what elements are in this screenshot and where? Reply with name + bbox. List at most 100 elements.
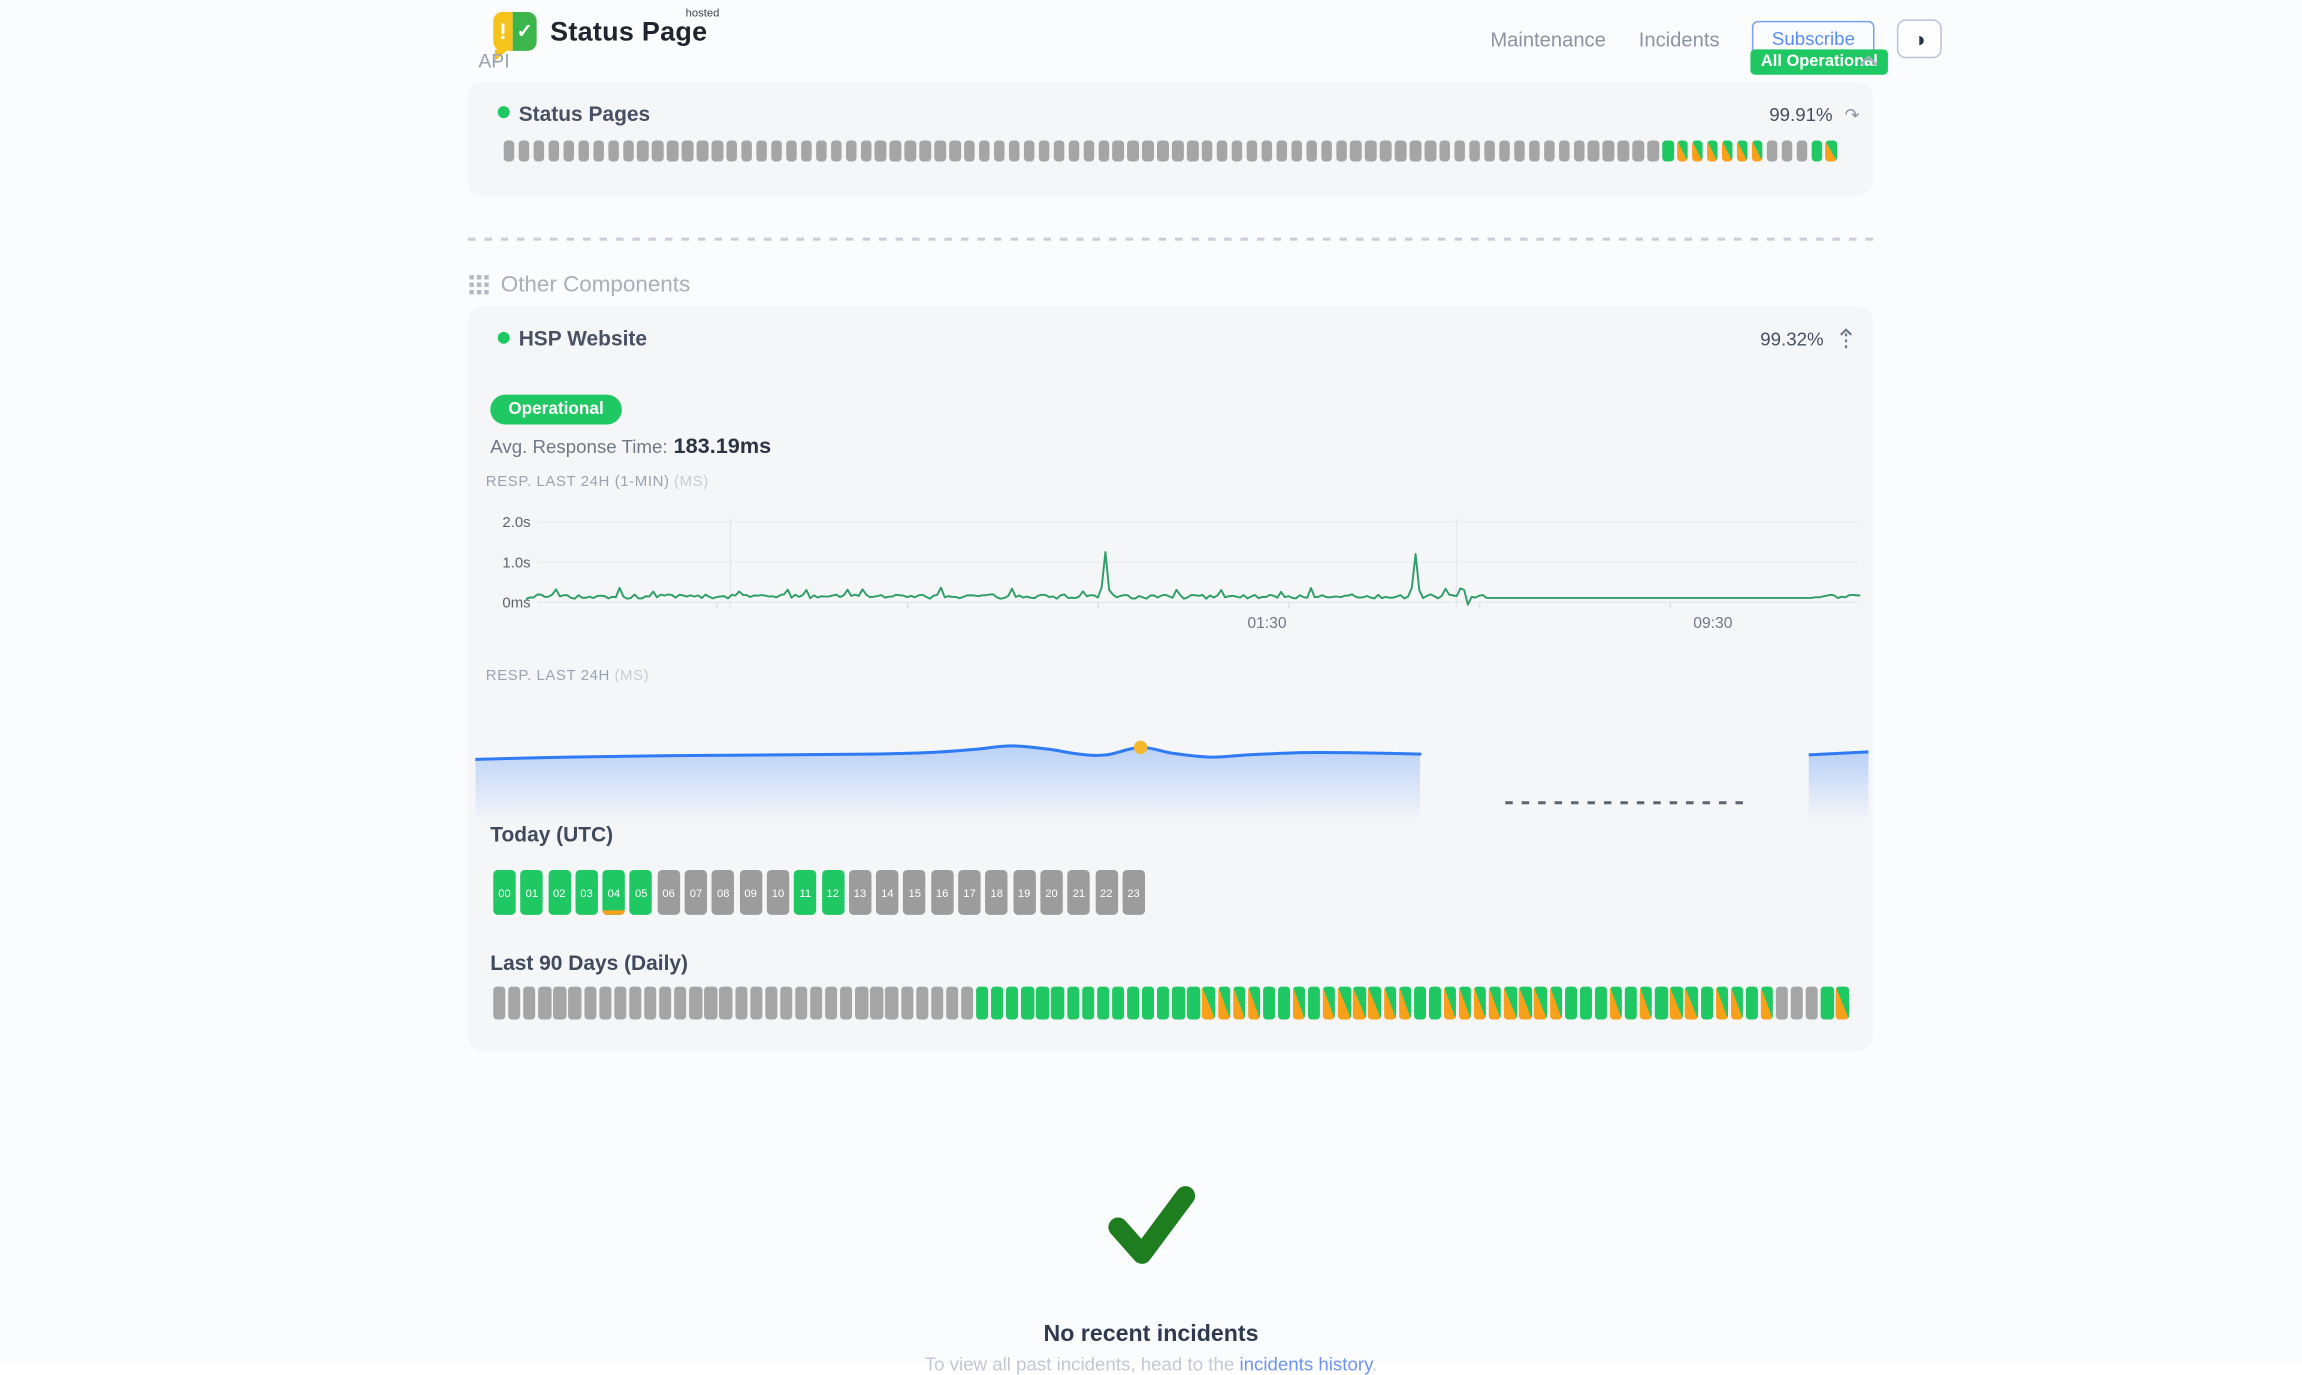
uptime-bar: [1425, 141, 1436, 162]
uptime-bar: [795, 987, 807, 1020]
nav-incidents-link[interactable]: Incidents: [1639, 28, 1720, 50]
uptime-bar: [1746, 987, 1758, 1020]
uptime-bar: [855, 987, 867, 1020]
uptime-bar: [1595, 987, 1607, 1020]
uptime-bar: [1640, 987, 1652, 1020]
uptime-bar: [886, 987, 898, 1020]
uptime-bar: [554, 987, 566, 1020]
uptime-bar: [1021, 987, 1033, 1020]
uptime-bar: [1052, 987, 1064, 1020]
uptime-bar: [1323, 987, 1335, 1020]
section-title-other-components: Other Components: [501, 272, 690, 297]
uptime-bar: [1722, 141, 1733, 162]
subtitle-prefix: To view all past incidents, head to the: [925, 1354, 1240, 1375]
uptime-bar: [1469, 141, 1480, 162]
uptime-bar: [1489, 987, 1501, 1020]
uptime-bar: [1098, 141, 1109, 162]
brand-title: Status Page: [550, 16, 707, 46]
uptime-bar: [1662, 141, 1673, 162]
uptime-percentage: 99.32%: [1760, 329, 1823, 350]
uptime-bar: [1368, 987, 1380, 1020]
hour-cell: 02: [548, 870, 570, 915]
svg-text:2.0s: 2.0s: [502, 514, 530, 531]
response-time-line-chart: 2.0s1.0s0ms01:3009:30: [486, 501, 1861, 645]
uptime-bar: [994, 141, 1005, 162]
uptime-bar: [1082, 987, 1094, 1020]
uptime-bar: [1499, 141, 1510, 162]
uptime-bar: [1677, 141, 1688, 162]
refresh-icon[interactable]: ↷: [1844, 105, 1859, 126]
incidents-subtitle: To view all past incidents, head to the …: [0, 1354, 2302, 1375]
status-dot: [498, 106, 510, 118]
uptime-bar: [1806, 987, 1818, 1020]
uptime-bar: [1504, 987, 1516, 1020]
theme-toggle-button[interactable]: ◑: [1897, 19, 1942, 58]
uptime-bar: [1514, 141, 1525, 162]
chart-title-text: RESP. LAST 24H (1-MIN): [486, 474, 670, 490]
uptime-bar: [689, 987, 701, 1020]
uptime-bar: [652, 141, 663, 162]
last-90-days-title: Last 90 Days (Daily): [490, 951, 688, 975]
uptime-bar: [750, 987, 762, 1020]
nav-maintenance-link[interactable]: Maintenance: [1490, 28, 1606, 50]
uptime-bar: [1246, 141, 1257, 162]
uptime-bar: [756, 141, 767, 162]
expand-arrow-icon[interactable]: [1839, 327, 1854, 349]
uptime-bar: [533, 141, 544, 162]
uptime-bar: [961, 987, 973, 1020]
uptime-bar: [976, 987, 988, 1020]
logo-exclaim: !: [493, 12, 513, 51]
uptime-bar: [935, 141, 946, 162]
uptime-bar: [1484, 141, 1495, 162]
uptime-bar: [1429, 987, 1441, 1020]
uptime-bar: [1692, 141, 1703, 162]
uptime-bar: [1009, 141, 1020, 162]
chart-title-resp-24h: RESP. LAST 24H(MS): [486, 668, 649, 684]
uptime-bar: [1113, 141, 1124, 162]
uptime-bar: [831, 141, 842, 162]
theme-icon: ◑: [1913, 27, 1926, 51]
uptime-bar: [608, 141, 619, 162]
incidents-history-link[interactable]: incidents history: [1239, 1354, 1372, 1375]
uptime-bar: [1610, 987, 1622, 1020]
uptime-bar: [1006, 987, 1018, 1020]
collapse-chevron-icon[interactable]: [1858, 54, 1879, 67]
uptime-bar: [1350, 141, 1361, 162]
hour-strip: 0001020304050607080910111213141516171819…: [493, 870, 1144, 915]
hour-cell: 01: [521, 870, 543, 915]
uptime-bar: [1761, 987, 1773, 1020]
uptime-bar: [1128, 141, 1139, 162]
hour-cell: 23: [1122, 870, 1144, 915]
uptime-bar: [1836, 987, 1848, 1020]
uptime-bar: [1565, 987, 1577, 1020]
uptime-bar: [493, 987, 505, 1020]
avg-response-label: Avg. Response Time:: [490, 436, 667, 457]
uptime-bar: [623, 141, 634, 162]
uptime-bar: [1127, 987, 1139, 1020]
uptime-bar: [1308, 987, 1320, 1020]
uptime-bar: [825, 987, 837, 1020]
uptime-bar: [1187, 987, 1199, 1020]
chart-unit-text: (MS): [614, 668, 649, 684]
response-history-area-chart: [475, 698, 1868, 818]
uptime-bar: [810, 987, 822, 1020]
uptime-bar: [1685, 987, 1697, 1020]
uptime-bar: [1395, 141, 1406, 162]
component-card-hsp-website: HSP Website 99.32% Operational Avg. Resp…: [468, 306, 1873, 1050]
uptime-bar: [504, 141, 515, 162]
uptime-bar: [569, 987, 581, 1020]
uptime-bar: [1321, 141, 1332, 162]
uptime-bar: [637, 141, 648, 162]
uptime-bar: [1157, 141, 1168, 162]
uptime-bar: [901, 987, 913, 1020]
hour-cell: 06: [657, 870, 679, 915]
chart-title-text: RESP. LAST 24H: [486, 668, 610, 684]
uptime-bar: [1707, 141, 1718, 162]
uptime-bar: [1336, 141, 1347, 162]
uptime-strip: [504, 141, 1840, 162]
hour-cell: 03: [575, 870, 597, 915]
uptime-bar: [727, 141, 738, 162]
uptime-bar: [578, 141, 589, 162]
uptime-bar: [931, 987, 943, 1020]
hour-cell: 10: [767, 870, 789, 915]
